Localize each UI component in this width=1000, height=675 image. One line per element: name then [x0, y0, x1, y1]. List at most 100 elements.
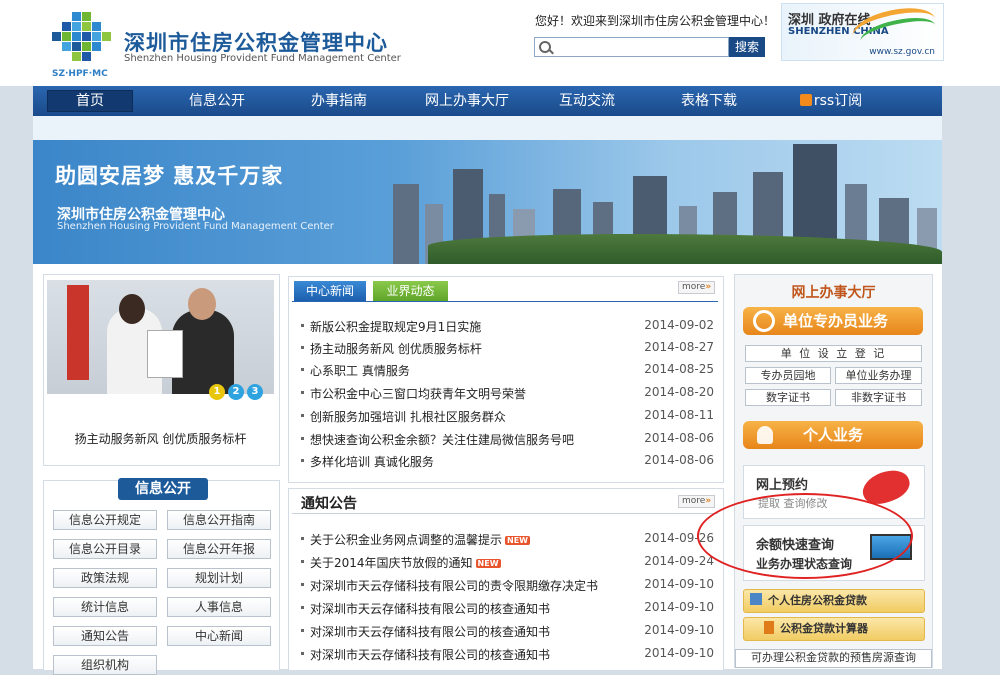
search-input[interactable] — [534, 37, 729, 57]
info-btn-notice[interactable]: 通知公告 — [53, 626, 157, 646]
unit-register-button[interactable]: 单 位 设 立 登 记 — [745, 345, 922, 362]
rss-icon — [799, 94, 812, 106]
notice-item[interactable]: 对深圳市天云存储科技有限公司的核查通知书 2014-09-10 — [301, 644, 716, 664]
news-item[interactable]: 新版公积金提取规定9月1日实施 2014-09-02 — [301, 316, 716, 336]
building-shape — [393, 184, 419, 264]
feature-caption[interactable]: 扬主动服务新风 创优质服务标杆 — [47, 430, 274, 447]
news-date: 2014-08-25 — [644, 362, 714, 376]
non-digital-cert-button[interactable]: 非数字证书 — [835, 389, 922, 406]
presale-query-link[interactable]: 可办理公积金贷款的预售房源查询 — [735, 649, 932, 668]
info-btn-rules[interactable]: 信息公开规定 — [53, 510, 157, 530]
info-btn-annual[interactable]: 信息公开年报 — [167, 539, 271, 559]
agent-area-button[interactable]: 专办员园地 — [745, 367, 831, 384]
personal-business-bar[interactable]: 个人业务 — [743, 421, 923, 449]
bullet-icon — [301, 583, 304, 586]
news-more-link[interactable]: more» — [678, 281, 716, 294]
info-btn-org[interactable]: 组织机构 — [53, 655, 157, 675]
info-btn-policy[interactable]: 政策法规 — [53, 568, 157, 588]
info-btn-catalog[interactable]: 信息公开目录 — [53, 539, 157, 559]
personal-business-label: 个人业务 — [802, 426, 863, 444]
logo-caption: SZ·HPF·MC — [52, 69, 108, 79]
bullet-icon — [301, 652, 304, 655]
new-badge: NEW — [505, 536, 530, 545]
notice-text: 关于2014年国庆节放假的通知 — [310, 556, 473, 570]
nav-online-hall[interactable]: 网上办事大厅 — [411, 86, 523, 116]
notice-date: 2014-09-10 — [644, 623, 714, 637]
nav-rss-label: rss订阅 — [813, 93, 863, 109]
notice-title-text: 关于2014年国庆节放假的通知 NEW — [310, 554, 501, 571]
info-btn-stats[interactable]: 统计信息 — [53, 597, 157, 617]
news-title: 心系职工 真情服务 — [310, 364, 410, 378]
slide-dot-3[interactable]: 3 — [247, 384, 263, 400]
bullet-icon — [301, 606, 304, 609]
search-icon — [539, 41, 551, 53]
info-btn-plan[interactable]: 规划计划 — [167, 568, 271, 588]
bullet-icon — [301, 459, 304, 462]
notice-item[interactable]: 关于公积金业务网点调整的温馨提示 NEW 2014-09-26 — [301, 529, 716, 549]
bullet-icon — [301, 368, 304, 371]
personal-loan-label: 个人住房公积金贷款 — [768, 594, 867, 607]
info-btn-news[interactable]: 中心新闻 — [167, 626, 271, 646]
news-item[interactable]: 多样化培训 真诚化服务 2014-08-06 — [301, 451, 716, 471]
news-item[interactable]: 想快速查询公积金余额？关注住建局微信服务号吧 2014-08-06 — [301, 429, 716, 449]
nav-home[interactable]: 首页 — [47, 90, 133, 112]
slide-dot-1[interactable]: 1 — [209, 384, 225, 400]
notice-item[interactable]: 关于2014年国庆节放假的通知 NEW 2014-09-24 — [301, 552, 716, 572]
main-content: 123 扬主动服务新风 创优质服务标杆 信息公开 信息公开规定 信息公开指南 信… — [33, 264, 942, 675]
feature-photo[interactable] — [47, 280, 274, 394]
person-head-shape — [188, 288, 216, 320]
sz-gov-logo[interactable]: 深圳 政府在线 SHENZHEN CHINA www.sz.gov.cn — [781, 1, 944, 61]
unit-handle-button[interactable]: 单位业务办理 — [835, 367, 922, 384]
info-panel-title: 信息公开 — [118, 478, 208, 500]
bullet-icon — [301, 414, 304, 417]
nav-rss[interactable]: rss订阅 — [785, 86, 877, 116]
info-btn-guide[interactable]: 信息公开指南 — [167, 510, 271, 530]
double-chevron-icon: » — [705, 496, 712, 506]
bullet-icon — [301, 437, 304, 440]
tab-industry-news[interactable]: 业界动态 — [373, 281, 448, 301]
digital-cert-button[interactable]: 数字证书 — [745, 389, 831, 406]
user-icon — [757, 426, 773, 444]
news-title: 多样化培训 真诚化服务 — [310, 455, 434, 469]
sz-logo-url: www.sz.gov.cn — [869, 47, 935, 57]
notice-divider — [292, 513, 718, 514]
personal-loan-bar[interactable]: 个人住房公积金贷款 — [743, 589, 925, 613]
tab-center-news[interactable]: 中心新闻 — [294, 281, 366, 301]
bullet-icon — [301, 537, 304, 540]
double-chevron-icon: » — [705, 282, 712, 292]
news-date: 2014-08-20 — [644, 385, 714, 399]
news-title: 扬主动服务新风 创优质服务标杆 — [310, 342, 482, 356]
news-item[interactable]: 创新服务加强培训 扎根社区服务群众 2014-08-11 — [301, 406, 716, 426]
news-item[interactable]: 心系职工 真情服务 2014-08-25 — [301, 360, 716, 380]
hero-banner: 助圆安居梦 惠及千万家 深圳市住房公积金管理中心 Shenzhen Housin… — [33, 140, 942, 264]
bullet-icon — [301, 391, 304, 394]
site-subtitle: Shenzhen Housing Provident Fund Manageme… — [124, 53, 401, 64]
notice-text: 关于公积金业务网点调整的温馨提示 — [310, 533, 503, 547]
welcome-text: 您好！欢迎来到深圳市住房公积金管理中心！ — [535, 14, 776, 28]
loan-calculator-bar[interactable]: 公积金贷款计算器 — [743, 617, 925, 641]
nav-forms[interactable]: 表格下载 — [663, 86, 755, 116]
notice-item[interactable]: 对深圳市天云存储科技有限公司的核查通知书 2014-09-10 — [301, 621, 716, 641]
search-button[interactable]: 搜索 — [729, 37, 765, 57]
slide-dots: 123 — [209, 383, 266, 400]
news-title: 新版公积金提取规定9月1日实施 — [310, 320, 482, 334]
notice-date: 2014-09-10 — [644, 577, 714, 591]
notice-item[interactable]: 对深圳市天云存储科技有限公司的核查通知书 2014-09-10 — [301, 598, 716, 618]
slide-dot-2[interactable]: 2 — [228, 384, 244, 400]
news-item[interactable]: 市公积金中心三窗口均获青年文明号荣誉 2014-08-20 — [301, 383, 716, 403]
red-banner-shape — [67, 285, 89, 380]
news-more-label: more — [682, 282, 706, 292]
header: SZ·HPF·MC 深圳市住房公积金管理中心 Shenzhen Housing … — [0, 0, 1000, 86]
news-item[interactable]: 扬主动服务新风 创优质服务标杆 2014-08-27 — [301, 338, 716, 358]
notice-item[interactable]: 对深圳市天云存储科技有限公司的责令限期缴存决定书 2014-09-10 — [301, 575, 716, 595]
nav-interaction[interactable]: 互动交流 — [541, 86, 633, 116]
nav-strip — [33, 116, 942, 140]
info-btn-personnel[interactable]: 人事信息 — [167, 597, 271, 617]
notice-more-link[interactable]: more» — [678, 495, 716, 508]
news-title: 市公积金中心三窗口均获青年文明号荣誉 — [310, 387, 527, 401]
nav-guide[interactable]: 办事指南 — [293, 86, 385, 116]
news-title: 想快速查询公积金余额？关注住建局微信服务号吧 — [310, 433, 575, 447]
notice-title: 通知公告 — [301, 496, 357, 512]
unit-business-bar[interactable]: 单位专办员业务 — [743, 307, 923, 335]
nav-info-public[interactable]: 信息公开 — [171, 86, 263, 116]
